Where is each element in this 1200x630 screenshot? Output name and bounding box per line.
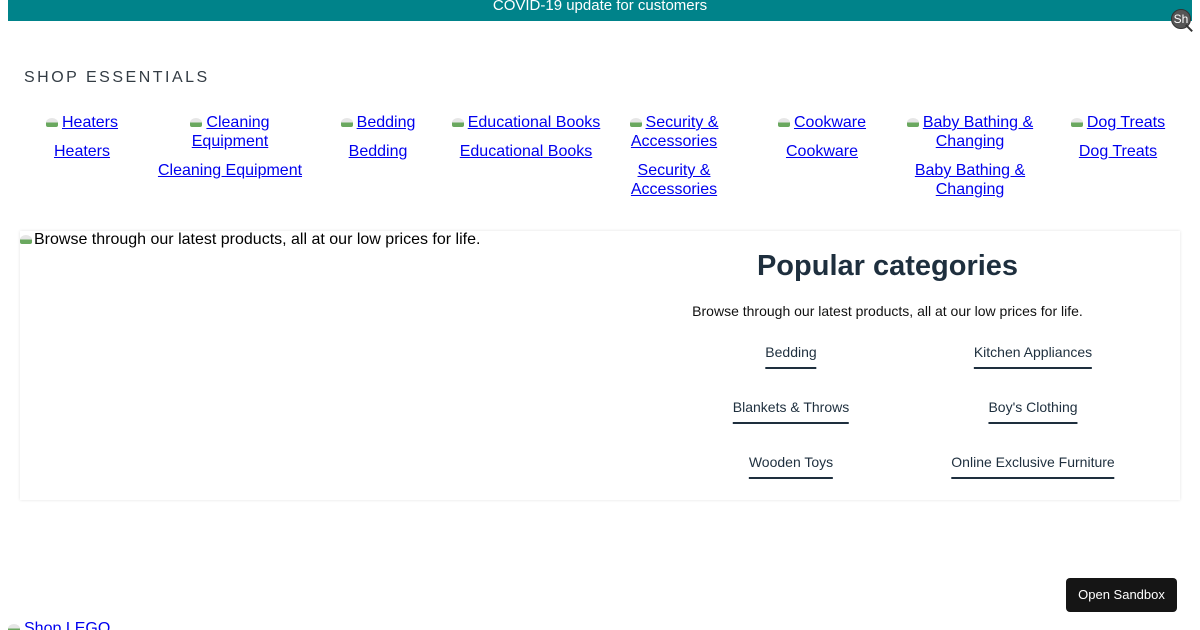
covid-banner[interactable]: COVID-19 update for customers	[8, 0, 1192, 21]
open-sandbox-button[interactable]: Open Sandbox	[1066, 578, 1177, 612]
essential-item-educational-books: Educational Books Educational Books	[442, 113, 610, 161]
shop-essentials-title: SHOP ESSENTIALS	[24, 69, 210, 86]
popular-categories-card: Browse through our latest products, all …	[20, 231, 1180, 500]
search-icon[interactable]: Sh	[1170, 8, 1196, 32]
category-link-wooden-toys[interactable]: Wooden Toys	[748, 454, 834, 479]
essential-item-security-accessories: Security & Accessories Security & Access…	[600, 113, 748, 199]
broken-image-icon	[190, 116, 204, 128]
popular-categories-subtitle: Browse through our latest products, all …	[692, 303, 1083, 319]
essential-image-heaters[interactable]: Heaters	[8, 113, 156, 142]
essential-image-baby-bathing[interactable]: Baby Bathing & Changing	[896, 113, 1044, 161]
broken-image-icon	[20, 233, 34, 245]
search-icon-handle	[1185, 24, 1193, 32]
essential-item-heaters: Heaters Heaters	[8, 113, 156, 161]
essential-image-security-accessories[interactable]: Security & Accessories	[600, 113, 748, 161]
broken-image-icon	[629, 116, 644, 128]
covid-banner-link[interactable]: COVID-19 update for customers	[493, 0, 707, 14]
essential-item-cookware: Cookware Cookware	[748, 113, 896, 161]
essential-item-baby-bathing: Baby Bathing & Changing Baby Bathing & C…	[896, 113, 1044, 199]
category-link-blankets-throws[interactable]: Blankets & Throws	[732, 399, 850, 424]
essential-image-cleaning-equipment[interactable]: Cleaning Equipment	[156, 113, 304, 161]
shop-lego-image[interactable]: Shop LEGO	[8, 620, 110, 630]
popular-categories-title: Popular categories	[756, 250, 1019, 282]
essential-link-heaters[interactable]: Heaters	[54, 143, 110, 160]
essential-image-bedding[interactable]: Bedding	[304, 113, 452, 142]
essential-link-bedding[interactable]: Bedding	[349, 143, 408, 160]
essential-item-dog-treats: Dog Treats Dog Treats	[1044, 113, 1192, 161]
essential-link-cleaning-equipment[interactable]: Cleaning Equipment	[158, 162, 302, 179]
essential-link-dog-treats[interactable]: Dog Treats	[1079, 143, 1157, 160]
broken-image-icon	[906, 116, 921, 128]
popular-categories-image-alt: Browse through our latest products, all …	[34, 231, 481, 248]
category-link-bedding[interactable]: Bedding	[765, 344, 817, 369]
essential-link-cookware[interactable]: Cookware	[786, 143, 858, 160]
broken-image-icon	[451, 116, 466, 128]
popular-categories-image: Browse through our latest products, all …	[20, 231, 480, 249]
page: COVID-19 update for customers Sh SHOP ES…	[0, 0, 1200, 630]
essential-link-educational-books[interactable]: Educational Books	[460, 143, 593, 160]
broken-image-icon	[1070, 116, 1085, 128]
essential-item-bedding: Bedding Bedding	[304, 113, 452, 161]
essential-image-educational-books[interactable]: Educational Books	[442, 113, 610, 142]
category-link-boys-clothing[interactable]: Boy's Clothing	[988, 399, 1078, 424]
broken-image-icon	[8, 622, 22, 630]
essential-link-security-accessories[interactable]: Security & Accessories	[631, 162, 717, 198]
broken-image-icon	[340, 116, 355, 128]
broken-image-icon	[777, 116, 792, 128]
essential-link-baby-bathing[interactable]: Baby Bathing & Changing	[915, 162, 1025, 198]
category-link-kitchen-appliances[interactable]: Kitchen Appliances	[973, 344, 1093, 369]
category-link-online-exclusive-furniture[interactable]: Online Exclusive Furniture	[951, 454, 1115, 479]
broken-image-icon	[45, 116, 60, 128]
essential-image-cookware[interactable]: Cookware	[748, 113, 896, 142]
essential-image-dog-treats[interactable]: Dog Treats	[1044, 113, 1192, 142]
essential-item-cleaning-equipment: Cleaning Equipment Cleaning Equipment	[156, 113, 304, 180]
